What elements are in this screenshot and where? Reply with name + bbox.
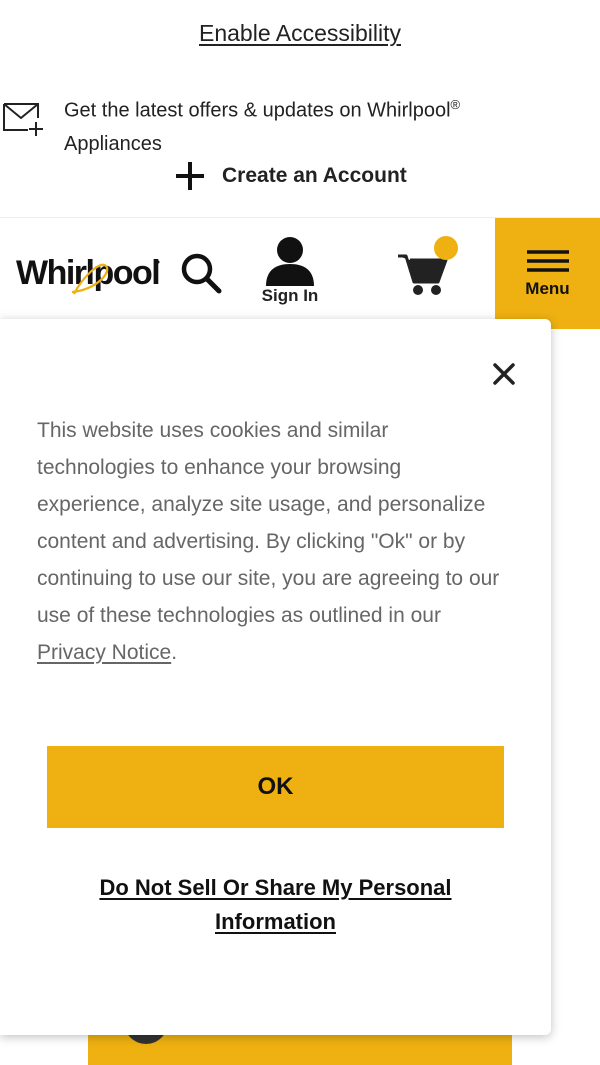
menu-label: Menu (525, 278, 570, 298)
sign-in-button[interactable]: Sign In (252, 236, 328, 324)
plus-icon (176, 162, 204, 190)
menu-button[interactable]: Menu (495, 218, 600, 329)
cart-badge (434, 236, 458, 260)
svg-text:Whirlpool: Whirlpool (16, 254, 159, 292)
privacy-notice-link[interactable]: Privacy Notice (37, 641, 171, 664)
hamburger-icon (526, 249, 569, 272)
cart-icon[interactable] (394, 232, 464, 302)
mail-plus-icon[interactable] (2, 98, 46, 138)
offers-text: Get the latest offers & updates on Whirl… (64, 97, 461, 155)
site-header: Whirlpool Sign In Menu (0, 217, 600, 329)
cookie-consent-modal: This website uses cookies and similar te… (0, 319, 551, 1035)
cookie-message: This website uses cookies and similar te… (37, 419, 500, 664)
close-icon[interactable] (487, 357, 521, 391)
offers-signup-banner: Get the latest offers & updates on Whirl… (0, 86, 600, 155)
do-not-sell-link[interactable]: Do Not Sell Or Share My Personal Informa… (47, 871, 504, 939)
whirlpool-logo[interactable]: Whirlpool (14, 248, 164, 304)
ok-button[interactable]: OK (47, 746, 504, 828)
create-account-button[interactable]: Create an Account (172, 156, 407, 196)
create-account-label: Create an Account (222, 164, 407, 187)
search-icon[interactable] (178, 250, 224, 296)
sign-in-label: Sign In (261, 286, 319, 305)
enable-accessibility-link[interactable]: Enable Accessibility (0, 20, 600, 47)
user-icon (266, 237, 314, 286)
